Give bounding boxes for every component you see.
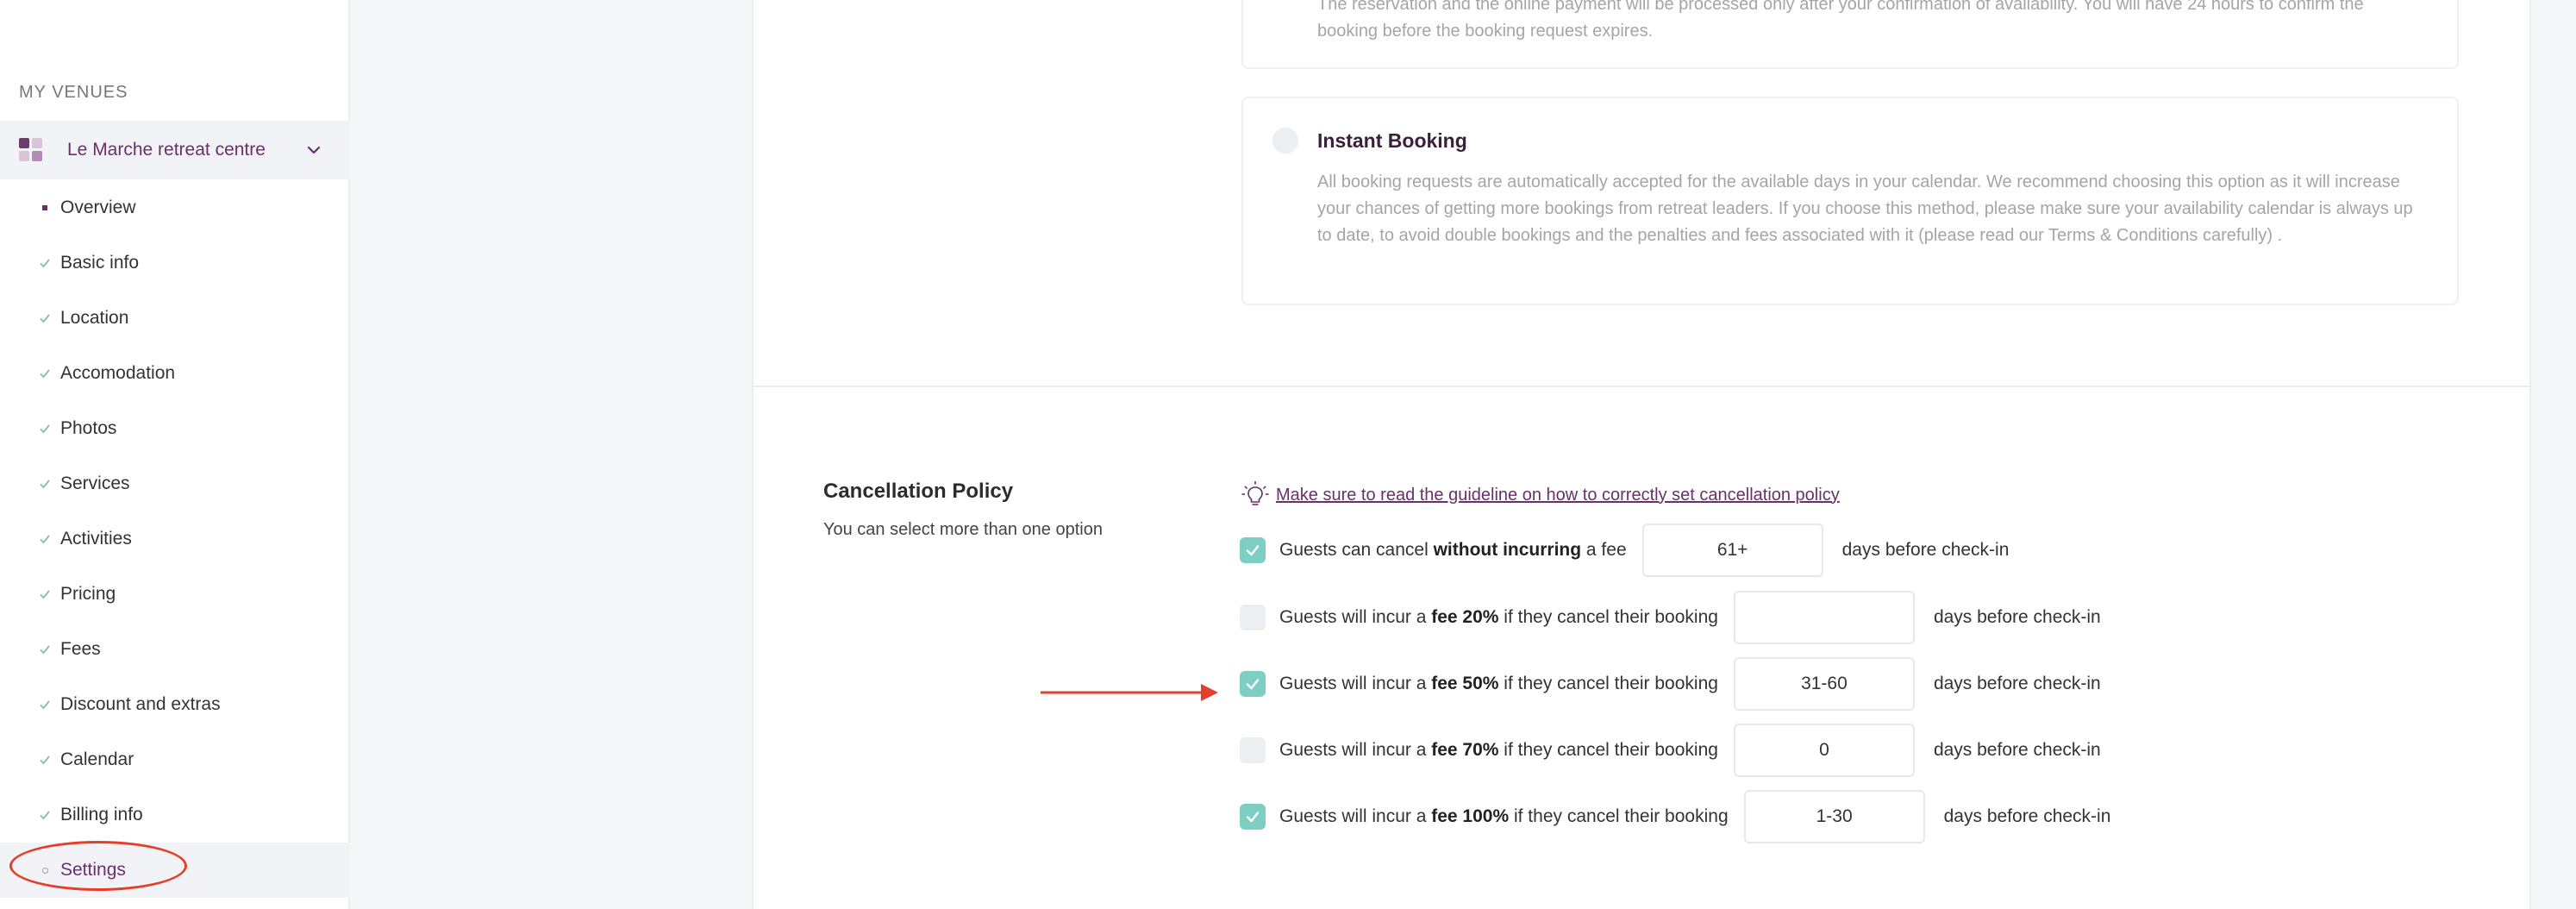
checkmark-icon (1246, 679, 1260, 690)
sidebar-item-activities[interactable]: Activities (0, 511, 350, 567)
cancellation-policy-subtitle: You can select more than one option (823, 520, 1103, 539)
check-icon (38, 477, 52, 491)
cancellation-rule-fee-70: Guests will incur a fee 70% if they canc… (1240, 724, 2101, 777)
days-input[interactable] (1743, 790, 1925, 843)
sidebar-item-location[interactable]: Location (0, 291, 350, 346)
sidebar-item-accomodation[interactable]: Accomodation (0, 346, 350, 401)
lightbulb-icon (1241, 481, 1269, 505)
sidebar-item-label: Discount and extras (60, 694, 221, 714)
rule-checkbox[interactable] (1240, 537, 1266, 563)
cancellation-policy-title: Cancellation Policy (823, 480, 1014, 503)
days-suffix: days before check-in (1841, 540, 2010, 560)
days-input[interactable] (1733, 657, 1915, 711)
sidebar-item-basic-info[interactable]: Basic info (0, 235, 350, 291)
sidebar-item-label: Overview (60, 197, 136, 217)
sidebar: MY VENUES Le Marche retreat centre Overv… (0, 0, 350, 909)
annotation-arrow-icon (1041, 684, 1218, 701)
rule-checkbox[interactable] (1240, 605, 1266, 630)
days-input[interactable] (1733, 724, 1915, 777)
annotation-ellipse (9, 841, 187, 891)
sidebar-item-label: Location (60, 308, 129, 328)
rule-text: Guests will incur a fee 50% if they canc… (1279, 674, 1718, 693)
days-suffix: days before check-in (1933, 607, 2101, 627)
check-icon (38, 256, 52, 270)
cancellation-rule-fee-50: Guests will incur a fee 50% if they canc… (1240, 657, 2101, 711)
days-suffix: days before check-in (1943, 806, 2111, 826)
guideline-link[interactable]: Make sure to read the guideline on how t… (1276, 486, 1840, 505)
rule-checkbox[interactable] (1240, 671, 1266, 697)
venue-grid-icon (19, 138, 43, 162)
sidebar-item-label: Pricing (60, 584, 116, 604)
instant-booking-option: Instant Booking All booking requests are… (1241, 97, 2459, 305)
rule-text: Guests will incur a fee 20% if they canc… (1279, 607, 1718, 627)
checkmark-icon (1246, 812, 1260, 823)
sidebar-item-label: Fees (60, 639, 101, 659)
instant-booking-radio[interactable] (1272, 128, 1298, 154)
booking-request-description: The reservation and the online payment w… (1317, 0, 2364, 41)
sidebar-item-fees[interactable]: Fees (0, 622, 350, 677)
venue-name: Le Marche retreat centre (67, 140, 266, 160)
guideline-row: Make sure to read the guideline on how t… (1240, 480, 1840, 511)
days-input[interactable] (1733, 591, 1915, 644)
days-suffix: days before check-in (1933, 740, 2101, 760)
sidebar-item-label: Billing info (60, 805, 143, 824)
check-icon (38, 532, 52, 546)
sidebar-item-discount-and-extras[interactable]: Discount and extras (0, 677, 350, 732)
check-icon (38, 422, 52, 436)
current-section-marker-icon (38, 201, 52, 215)
days-input[interactable] (1641, 523, 1823, 577)
check-icon (38, 808, 52, 822)
cancellation-rule-free: Guests can cancel without incurring a fe… (1240, 523, 2009, 577)
rule-text: Guests will incur a fee 100% if they can… (1279, 806, 1729, 826)
check-icon (38, 587, 52, 601)
sidebar-item-label: Photos (60, 418, 117, 438)
rule-checkbox[interactable] (1240, 737, 1266, 763)
sidebar-heading: MY VENUES (19, 83, 128, 102)
cancellation-rule-fee-20: Guests will incur a fee 20% if they canc… (1240, 591, 2101, 644)
checkmark-icon (1246, 545, 1260, 556)
sidebar-item-label: Services (60, 473, 130, 493)
instant-booking-title: Instant Booking (1317, 129, 1467, 152)
sidebar-item-billing-info[interactable]: Billing info (0, 787, 350, 843)
sidebar-item-overview[interactable]: Overview (0, 180, 350, 235)
sidebar-item-label: Basic info (60, 253, 140, 273)
venue-selector[interactable]: Le Marche retreat centre (0, 121, 350, 179)
sidebar-item-pricing[interactable]: Pricing (0, 567, 350, 622)
check-icon (38, 311, 52, 325)
chevron-down-icon[interactable] (303, 140, 324, 160)
instant-booking-description: All booking requests are automatically a… (1317, 172, 2413, 245)
booking-request-option: The reservation and the online payment w… (1241, 0, 2459, 69)
check-icon (38, 367, 52, 380)
sidebar-item-label: Activities (60, 529, 132, 549)
section-divider (752, 386, 2531, 387)
check-icon (38, 643, 52, 656)
check-icon (38, 753, 52, 767)
sidebar-item-label: Accomodation (60, 363, 176, 383)
rule-text: Guests will incur a fee 70% if they canc… (1279, 740, 1718, 760)
rule-text: Guests can cancel without incurring a fe… (1279, 540, 1627, 560)
rule-checkbox[interactable] (1240, 804, 1266, 830)
sidebar-item-label: Calendar (60, 749, 134, 769)
sidebar-item-services[interactable]: Services (0, 456, 350, 511)
sidebar-item-photos[interactable]: Photos (0, 401, 350, 456)
sidebar-item-calendar[interactable]: Calendar (0, 732, 350, 787)
cancellation-rule-fee-100: Guests will incur a fee 100% if they can… (1240, 790, 2110, 843)
days-suffix: days before check-in (1933, 674, 2101, 693)
check-icon (38, 698, 52, 712)
